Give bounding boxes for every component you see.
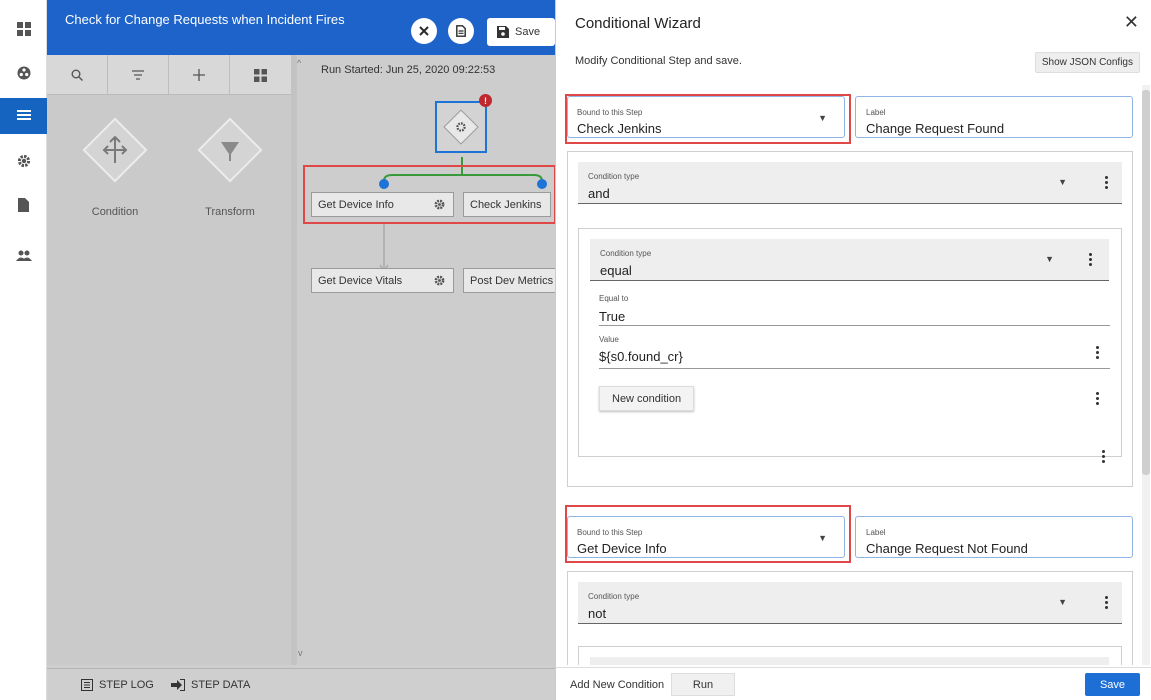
- scroll-up-caret-icon[interactable]: ^: [297, 58, 301, 68]
- save-button[interactable]: Save: [1085, 673, 1140, 696]
- step-palette: Condition Transform: [47, 95, 291, 665]
- value-label: Value: [599, 335, 619, 344]
- kebab-menu-icon: [1097, 176, 1115, 189]
- node-get-device-vitals-label: Get Device Vitals: [318, 274, 403, 287]
- node-post-dev-metrics-label: Post Dev Metrics t: [470, 274, 555, 287]
- equal-to-underline: [599, 325, 1110, 326]
- inner-condition-card: Condition type equal ▼ Equal to True Val…: [578, 228, 1122, 457]
- label-field[interactable]: Label Change Request Found: [855, 96, 1133, 138]
- show-json-configs-button[interactable]: Show JSON Configs: [1034, 52, 1140, 73]
- bottom-bar: STEP LOG STEP DATA: [47, 668, 555, 700]
- highlight-box-bound-step-2: [565, 505, 851, 563]
- condition-menu-button-2[interactable]: [1089, 582, 1122, 624]
- workflow-editor: Check for Change Requests when Incident …: [47, 0, 555, 700]
- condition-card-2: Condition type not ▼: [567, 571, 1133, 665]
- run-button[interactable]: Run: [671, 673, 735, 696]
- workflow-header: Check for Change Requests when Incident …: [47, 0, 555, 55]
- scrollbar-thumb[interactable]: [1142, 90, 1150, 475]
- conditional-step-node[interactable]: [435, 101, 487, 153]
- wizard-subtitle: Modify Conditional Step and save.: [575, 55, 742, 67]
- floppy-disk-icon: [497, 26, 509, 38]
- close-icon[interactable]: ✕: [1124, 12, 1139, 33]
- equal-to-value[interactable]: True: [599, 309, 625, 324]
- kebab-menu-icon[interactable]: [1088, 346, 1106, 359]
- document-icon[interactable]: [0, 187, 47, 223]
- dashboard-icon[interactable]: [0, 11, 47, 47]
- condition-type-value: and: [588, 186, 610, 201]
- conditional-wizard-panel: Conditional Wizard ✕ Modify Conditional …: [555, 0, 1151, 700]
- kebab-menu-icon: [1081, 253, 1099, 266]
- condition-label: Condition: [91, 206, 139, 218]
- dropdown-caret-icon: ▼: [1058, 177, 1067, 187]
- wizard-content: Bound to this Step Check Jenkins ▼ Label…: [556, 85, 1151, 665]
- workflow-save-label: Save: [515, 26, 541, 38]
- transform-step-tile[interactable]: [194, 114, 266, 186]
- inner-condition-type-value: equal: [600, 263, 632, 278]
- dropdown-caret-icon: ▼: [1045, 254, 1054, 264]
- blocks-icon[interactable]: [230, 55, 291, 95]
- condition-type-label: Condition type: [588, 172, 640, 181]
- label-field-value-2: Change Request Not Found: [866, 541, 1028, 556]
- cancel-button[interactable]: [411, 18, 437, 44]
- inner-condition-type-select[interactable]: Condition type equal ▼: [590, 239, 1071, 281]
- scroll-down-caret-icon[interactable]: v: [298, 648, 303, 658]
- users-icon[interactable]: [0, 237, 47, 273]
- condition-type-label-2: Condition type: [588, 592, 640, 601]
- inner-condition-menu-button[interactable]: [1071, 239, 1109, 281]
- run-started-label: Run Started: Jun 25, 2020 09:22:53: [321, 64, 496, 76]
- sign-in-icon: [171, 679, 185, 691]
- step-data-label: STEP DATA: [191, 679, 251, 691]
- node-get-device-vitals[interactable]: Get Device Vitals: [311, 268, 454, 293]
- highlight-box-nodes: [303, 165, 555, 224]
- equal-to-label: Equal to: [599, 294, 629, 303]
- condition-type-value-2: not: [588, 606, 607, 621]
- label-field-value: Change Request Found: [866, 121, 1005, 136]
- inner-condition-type-label: Condition type: [600, 249, 652, 258]
- wizard-footer: Add New Condition Run Save: [556, 667, 1151, 700]
- condition-card: Condition type and ▼ Condition type equa…: [567, 151, 1133, 487]
- step-log-button[interactable]: STEP LOG: [81, 679, 154, 691]
- condition-step-tile[interactable]: [79, 114, 151, 186]
- kebab-menu-icon[interactable]: [1094, 450, 1112, 463]
- filter-icon[interactable]: [108, 55, 169, 95]
- condition-menu-button[interactable]: [1089, 162, 1122, 204]
- value-field[interactable]: ${s0.found_cr}: [599, 349, 683, 364]
- condition-type-select[interactable]: Condition type and ▼: [578, 162, 1089, 204]
- label-field-label-2: Label: [866, 528, 886, 537]
- kebab-menu-icon[interactable]: [1088, 392, 1106, 405]
- inner-condition-menu-button-2[interactable]: [1071, 657, 1109, 665]
- inner-condition-type-select-2[interactable]: [590, 657, 1071, 665]
- node-post-dev-metrics[interactable]: Post Dev Metrics t: [463, 268, 555, 293]
- step-log-label: STEP LOG: [99, 679, 154, 691]
- condition-icon: [82, 117, 148, 183]
- workflows-icon[interactable]: [0, 98, 47, 134]
- wizard-title: Conditional Wizard: [575, 15, 701, 32]
- step-data-button[interactable]: STEP DATA: [171, 679, 250, 691]
- label-field-2[interactable]: Label Change Request Not Found: [855, 516, 1133, 558]
- new-condition-button[interactable]: New condition: [599, 386, 695, 411]
- condition-type-select-2[interactable]: Condition type not ▼: [578, 582, 1089, 624]
- kebab-menu-icon: [1097, 596, 1115, 609]
- value-underline: [599, 368, 1110, 369]
- add-new-condition-button[interactable]: Add New Condition: [560, 673, 675, 696]
- inner-condition-card-2: [578, 646, 1122, 665]
- document-button[interactable]: [448, 18, 474, 44]
- palette-toolbar: [47, 55, 291, 95]
- node-settings-icon[interactable]: [434, 275, 445, 286]
- left-rail: [0, 0, 47, 700]
- palette-icon[interactable]: [0, 55, 47, 91]
- transform-label: Transform: [205, 206, 255, 218]
- error-badge: !: [479, 94, 492, 107]
- settings-gear-icon[interactable]: [0, 143, 47, 179]
- dropdown-caret-icon: ▼: [1058, 597, 1067, 607]
- search-icon[interactable]: [47, 55, 108, 95]
- transform-funnel-icon: [197, 117, 263, 183]
- label-field-label: Label: [866, 108, 886, 117]
- highlight-box-bound-step: [565, 94, 851, 144]
- list-icon: [81, 679, 93, 691]
- add-icon[interactable]: [169, 55, 230, 95]
- workflow-title: Check for Change Requests when Incident …: [65, 12, 345, 27]
- scrollbar[interactable]: [1142, 85, 1150, 665]
- workflow-save-button[interactable]: Save: [487, 18, 555, 46]
